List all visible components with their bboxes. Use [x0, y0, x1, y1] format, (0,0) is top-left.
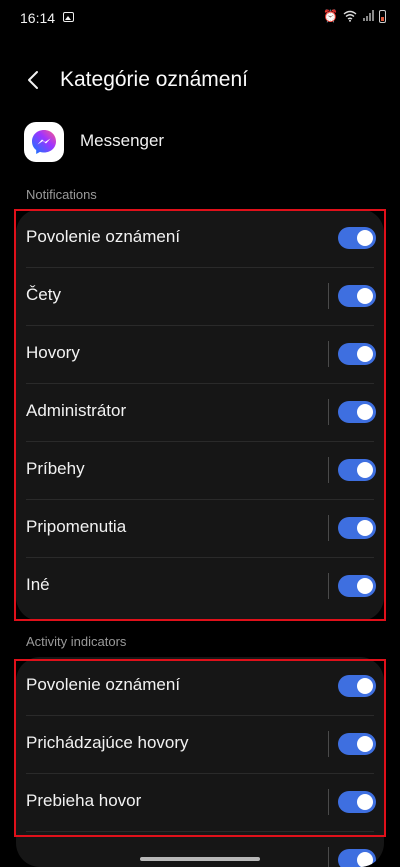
header: Kategórie oznámení	[0, 56, 400, 106]
highlight-frame	[14, 209, 386, 621]
toggle-switch[interactable]	[338, 849, 376, 867]
gesture-nav-bar[interactable]	[140, 857, 260, 861]
status-icons: ⏰	[323, 9, 386, 23]
app-name: Messenger	[80, 131, 165, 150]
signal-icon	[363, 10, 374, 21]
page-title: Kategórie oznámení	[60, 68, 248, 91]
alarm-icon: ⏰	[323, 9, 338, 23]
battery-icon	[379, 9, 386, 23]
status-time: 16:14	[20, 10, 56, 26]
section-label-notifications: Notifications	[26, 187, 97, 202]
app-info: Messenger	[0, 118, 400, 168]
toggle-knob	[357, 852, 373, 867]
gallery-icon	[63, 12, 74, 22]
wifi-icon	[343, 10, 357, 22]
section-label-activity: Activity indicators	[26, 634, 127, 649]
row-divider	[328, 847, 329, 867]
status-bar: 16:14 ⏰	[0, 0, 400, 36]
back-arrow-icon[interactable]	[22, 68, 46, 92]
highlight-frame	[14, 659, 386, 837]
messenger-logo-icon	[24, 122, 64, 162]
